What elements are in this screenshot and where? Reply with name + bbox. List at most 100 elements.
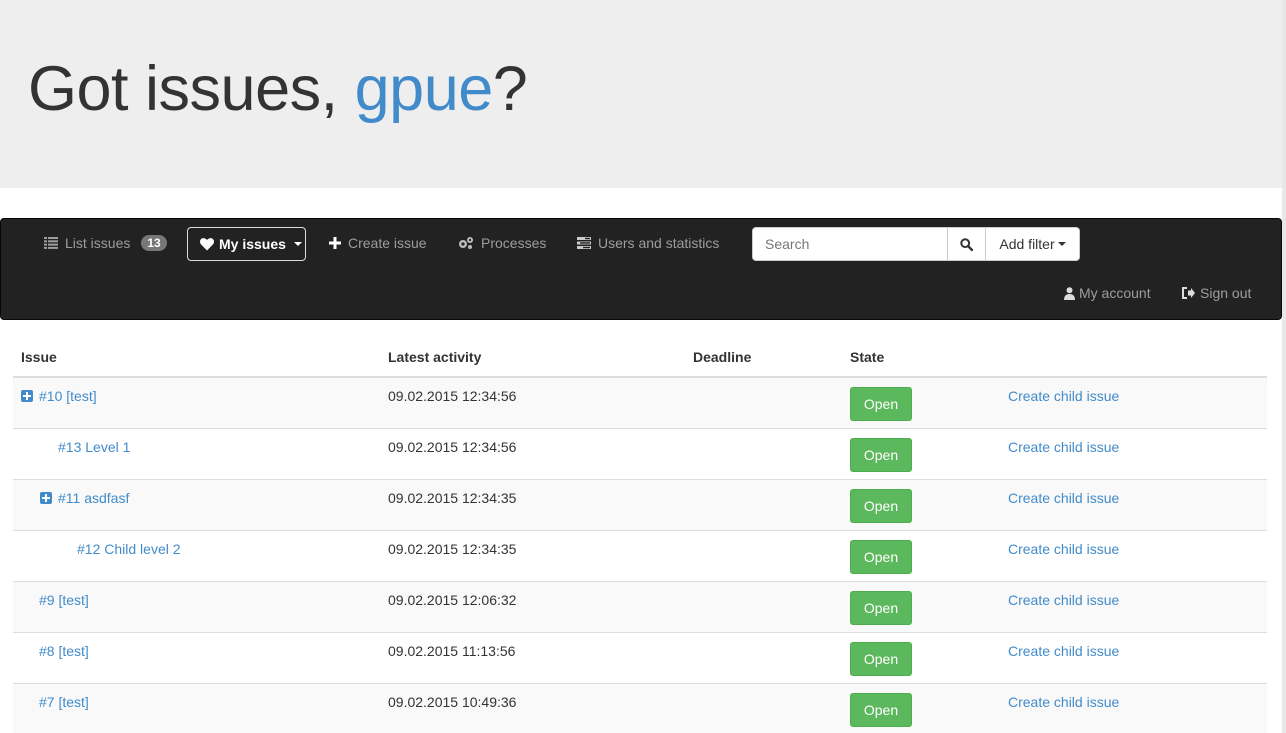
issue-cell: #13 Level 1 bbox=[13, 427, 380, 479]
deadline-cell bbox=[685, 631, 842, 683]
issue-link[interactable]: #10 [test] bbox=[21, 388, 97, 404]
greeting-suffix: ? bbox=[492, 54, 528, 124]
activity-cell: 09.02.2015 12:34:35 bbox=[380, 529, 685, 581]
caret-down-icon bbox=[1057, 242, 1066, 246]
nav-processes[interactable]: Processes bbox=[458, 235, 546, 251]
create-child-issue-link[interactable]: Create child issue bbox=[1008, 592, 1119, 608]
issue-title: #12 Child level 2 bbox=[77, 540, 181, 557]
state-cell: Open bbox=[842, 580, 1000, 632]
search-input[interactable] bbox=[752, 227, 948, 261]
state-open-button[interactable]: Open bbox=[850, 387, 912, 421]
column-header-deadline[interactable]: Deadline bbox=[685, 338, 842, 378]
search-form: Add filter bbox=[752, 227, 1080, 261]
activity-cell: 09.02.2015 12:34:35 bbox=[380, 478, 685, 530]
nav-my-account[interactable]: My account bbox=[1064, 285, 1151, 301]
activity-cell: 09.02.2015 12:34:56 bbox=[380, 427, 685, 479]
user-icon bbox=[1064, 286, 1075, 300]
my-issues-dropdown[interactable]: My issues bbox=[187, 227, 306, 261]
create-child-issue-link[interactable]: Create child issue bbox=[1008, 490, 1119, 506]
state-cell: Open bbox=[842, 478, 1000, 530]
table-row: #11 asdfasf 09.02.2015 12:34:35 Open Create… bbox=[13, 478, 1267, 530]
create-child-issue-link[interactable]: Create child issue bbox=[1008, 694, 1119, 710]
nav-users-statistics[interactable]: Users and statistics bbox=[577, 235, 719, 251]
deadline-cell bbox=[685, 580, 842, 632]
caret-down-icon bbox=[293, 242, 302, 246]
state-open-button[interactable]: Open bbox=[850, 692, 912, 727]
heart-icon bbox=[200, 237, 214, 250]
nav-sign-out[interactable]: Sign out bbox=[1182, 285, 1251, 301]
nav-create-issue-label: Create issue bbox=[348, 235, 427, 251]
issue-link[interactable]: #11 asdfasf bbox=[40, 490, 129, 506]
create-child-issue-link[interactable]: Create child issue bbox=[1008, 541, 1119, 557]
issue-cell: #9 [test] bbox=[13, 580, 380, 632]
issue-title: #13 Level 1 bbox=[58, 438, 131, 455]
greeting-prefix: Got issues, bbox=[28, 54, 355, 124]
deadline-cell bbox=[685, 427, 842, 479]
issue-link[interactable]: #8 [test] bbox=[39, 643, 89, 659]
create-child-issue-link[interactable]: Create child issue bbox=[1008, 643, 1119, 659]
issue-link[interactable]: #9 [test] bbox=[39, 592, 89, 608]
expand-plus-icon[interactable] bbox=[40, 491, 52, 504]
state-cell: Open bbox=[842, 376, 1000, 428]
issue-title: #8 [test] bbox=[39, 642, 89, 659]
action-cell: Create child issue bbox=[1000, 682, 1267, 733]
jumbotron: Got issues, gpue? bbox=[0, 0, 1282, 188]
deadline-cell bbox=[685, 529, 842, 581]
column-header-issue[interactable]: Issue bbox=[13, 338, 380, 378]
table-row: #12 Child level 2 09.02.2015 12:34:35 Open… bbox=[13, 529, 1267, 581]
create-child-issue-link[interactable]: Create child issue bbox=[1008, 388, 1119, 404]
list-icon bbox=[44, 237, 58, 249]
table-row: #8 [test] 09.02.2015 11:13:56 Open Create c… bbox=[13, 631, 1267, 683]
issue-count-badge: 13 bbox=[141, 235, 167, 251]
state-open-button[interactable]: Open bbox=[850, 437, 912, 472]
activity-cell: 09.02.2015 12:06:32 bbox=[380, 580, 685, 632]
issue-title: #9 [test] bbox=[39, 591, 89, 608]
log-out-icon bbox=[1182, 287, 1195, 299]
issue-link[interactable]: #12 Child level 2 bbox=[77, 541, 181, 557]
state-open-button[interactable]: Open bbox=[850, 641, 912, 676]
issue-link[interactable]: #13 Level 1 bbox=[58, 439, 130, 455]
activity-cell: 09.02.2015 10:49:36 bbox=[380, 682, 685, 733]
issue-title: #7 [test] bbox=[39, 693, 89, 710]
nav-processes-label: Processes bbox=[481, 235, 547, 251]
create-child-issue-link[interactable]: Create child issue bbox=[1008, 439, 1119, 455]
table-row: #9 [test] 09.02.2015 12:06:32 Open Create c… bbox=[13, 580, 1267, 632]
column-header-actions bbox=[1000, 338, 1267, 378]
nav-list-issues[interactable]: List issues 13 bbox=[44, 235, 167, 251]
my-issues-label: My issues bbox=[219, 236, 286, 252]
state-open-button[interactable]: Open bbox=[850, 590, 912, 625]
activity-cell: 09.02.2015 12:34:56 bbox=[380, 376, 685, 428]
window-edge bbox=[1282, 0, 1286, 733]
table-row: #10 [test] 09.02.2015 12:34:56 Open Create … bbox=[13, 376, 1267, 428]
issues-table: Issue Latest activity Deadline State #10… bbox=[13, 338, 1267, 733]
search-button[interactable] bbox=[948, 227, 986, 261]
nav-create-issue[interactable]: Create issue bbox=[329, 235, 427, 251]
username: gpue bbox=[354, 54, 494, 124]
page-title: Got issues, gpue? bbox=[28, 58, 528, 121]
add-filter-label: Add filter bbox=[999, 236, 1055, 252]
nav-users-statistics-label: Users and statistics bbox=[598, 235, 720, 251]
state-cell: Open bbox=[842, 682, 1000, 733]
deadline-cell bbox=[685, 376, 842, 428]
state-open-button[interactable]: Open bbox=[850, 488, 912, 523]
expand-plus-icon[interactable] bbox=[21, 390, 33, 402]
state-cell: Open bbox=[842, 631, 1000, 683]
issue-link[interactable]: #7 [test] bbox=[39, 694, 89, 710]
state-cell: Open bbox=[842, 529, 1000, 581]
column-header-state[interactable]: State bbox=[842, 338, 1000, 378]
column-header-latest-activity[interactable]: Latest activity bbox=[380, 338, 685, 378]
issue-cell: #12 Child level 2 bbox=[13, 529, 380, 581]
issue-title: #11 asdfasf bbox=[58, 489, 130, 506]
action-cell: Create child issue bbox=[1000, 427, 1267, 479]
cogs-icon bbox=[459, 237, 473, 249]
issue-cell: #8 [test] bbox=[13, 631, 380, 683]
tasks-icon bbox=[577, 237, 591, 249]
nav-my-account-label: My account bbox=[1079, 285, 1151, 301]
state-cell: Open bbox=[842, 427, 1000, 479]
state-open-button[interactable]: Open bbox=[850, 539, 912, 574]
action-cell: Create child issue bbox=[1000, 478, 1267, 530]
issue-cell: #11 asdfasf bbox=[13, 478, 380, 530]
add-filter-button[interactable]: Add filter bbox=[986, 227, 1080, 261]
table-row: #13 Level 1 09.02.2015 12:34:56 Open Create… bbox=[13, 427, 1267, 479]
issue-cell: #7 [test] bbox=[13, 682, 380, 733]
